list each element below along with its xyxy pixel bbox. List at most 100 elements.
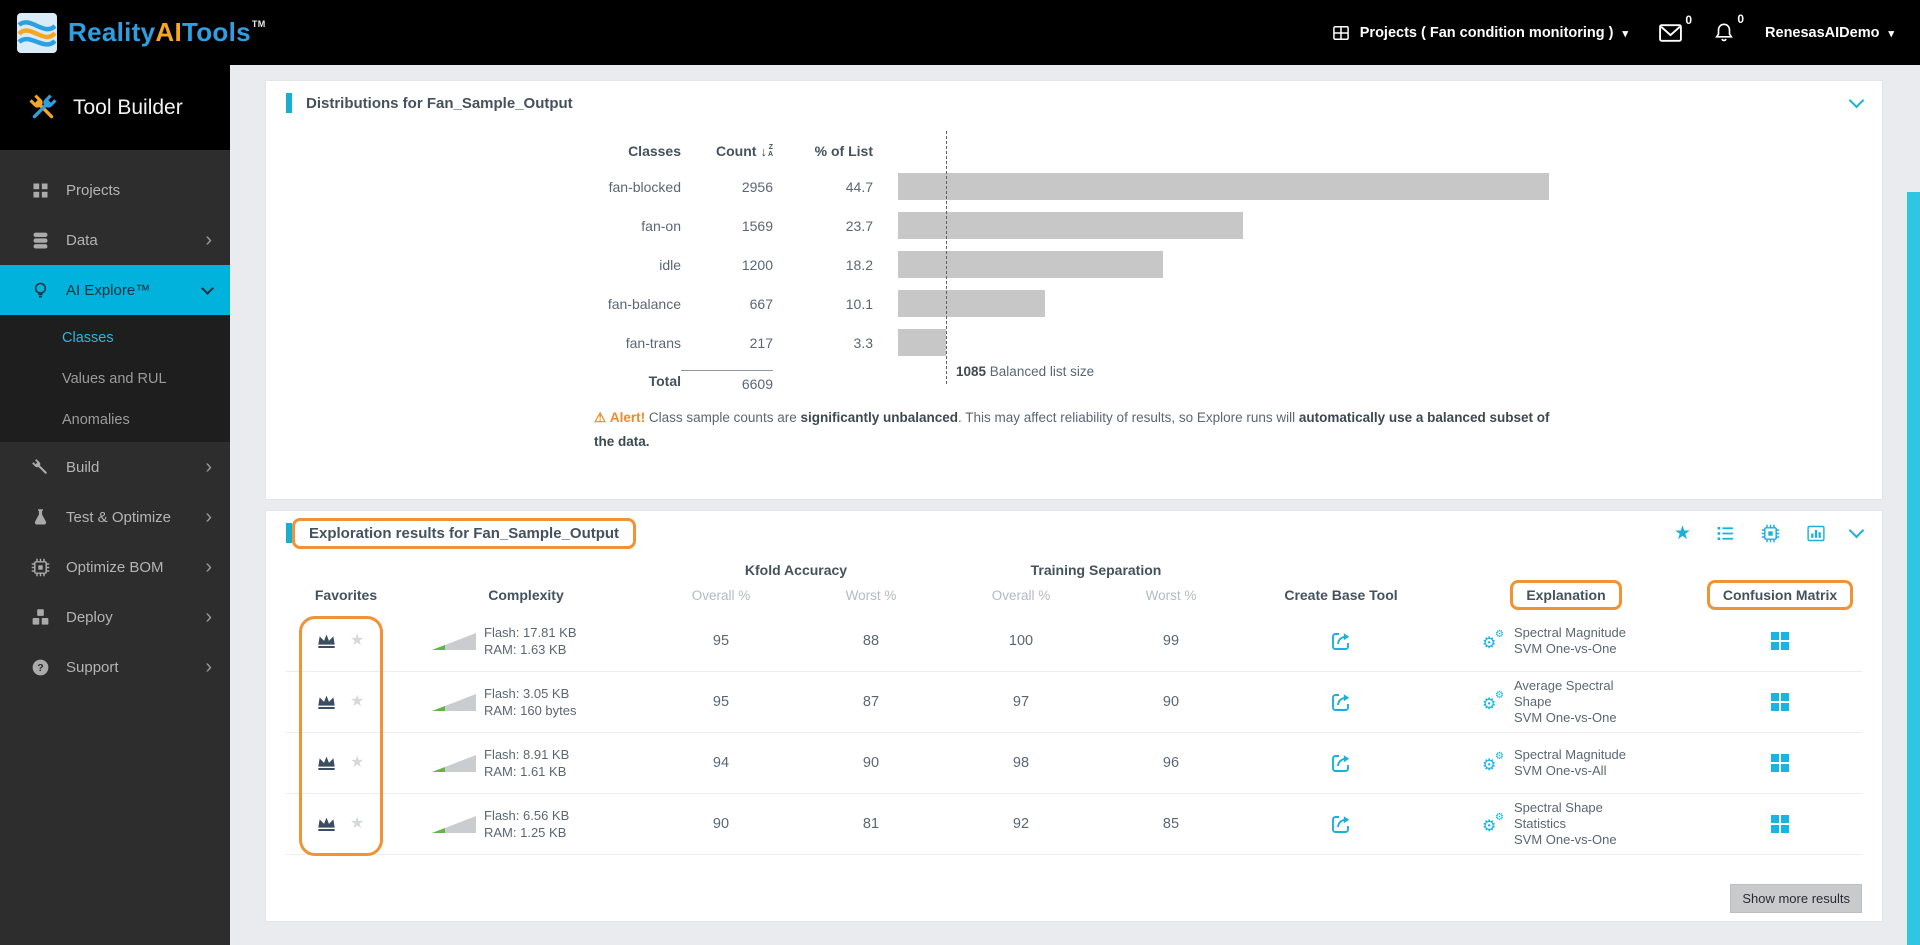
projects-window-icon — [1332, 25, 1349, 40]
crown-favorite-icon[interactable] — [316, 754, 337, 772]
sidebar-item-deploy[interactable]: Deploy › — [0, 592, 230, 642]
favorites-filter-icon[interactable]: ★ — [1674, 524, 1691, 543]
sidebar-item-test-optimize[interactable]: Test & Optimize › — [0, 492, 230, 542]
separation-overall-column-header: Overall % — [991, 587, 1051, 603]
sidebar-subitem-anomalies[interactable]: Anomalies — [0, 399, 230, 440]
question-circle-icon: ? — [32, 659, 49, 675]
notifications-button[interactable]: 0 — [1713, 12, 1744, 45]
crown-favorite-icon[interactable] — [316, 632, 337, 650]
panel-accent-bar — [286, 93, 292, 113]
sidebar-label: Support — [66, 658, 119, 676]
tool-builder-wrenches-icon — [29, 93, 57, 118]
confusion-matrix-icon[interactable] — [1771, 815, 1789, 833]
create-base-tool-icon[interactable] — [1329, 812, 1353, 836]
distribution-bar — [898, 251, 1163, 278]
complexity-gauge-icon — [432, 632, 476, 650]
sidebar-item-build[interactable]: Build › — [0, 442, 230, 492]
ai-explore-submenu: Classes Values and RUL Anomalies — [0, 315, 230, 442]
sidebar-subitem-classes[interactable]: Classes — [0, 317, 230, 358]
explanation-gears-icon[interactable]: ⚙ ⚙ — [1482, 813, 1504, 835]
hardware-settings-icon[interactable] — [1760, 523, 1781, 544]
sidebar-item-data[interactable]: Data › — [0, 215, 230, 265]
chevron-right-icon: › — [205, 456, 212, 478]
exploration-panel-header: Exploration results for Fan_Sample_Outpu… — [266, 511, 1882, 555]
flask-icon — [34, 508, 47, 524]
balanced-list-size-label: 1085 Balanced list size — [956, 364, 1095, 379]
sidebar-label: Projects — [66, 181, 121, 199]
projects-grid-icon — [33, 183, 48, 197]
projects-caret-icon: ▾ — [1622, 28, 1629, 40]
count-column-header[interactable]: Count ↓ Z A — [681, 143, 773, 159]
table-row: fan-blocked 2956 44.7 — [608, 178, 873, 195]
distributions-title: Distributions for Fan_Sample_Output — [306, 94, 573, 112]
kfold-accuracy-group-header: Kfold Accuracy — [744, 562, 848, 578]
explanation-gears-icon[interactable]: ⚙ ⚙ — [1482, 691, 1504, 713]
chevron-right-icon: › — [205, 229, 212, 251]
training-separation-group-header: Training Separation — [1030, 562, 1162, 578]
distributions-panel: Distributions for Fan_Sample_Output Clas… — [265, 80, 1883, 500]
user-menu[interactable]: RenesasAIDemo ▾ — [1765, 25, 1894, 41]
user-caret-icon: ▾ — [1888, 28, 1894, 40]
sidebar-item-support[interactable]: ? Support › — [0, 642, 230, 692]
username-label: RenesasAIDemo — [1765, 24, 1880, 41]
confusion-matrix-icon[interactable] — [1771, 632, 1789, 650]
distribution-bar — [898, 212, 1243, 239]
unbalanced-alert: ⚠ Alert! Class sample counts are signifi… — [594, 410, 1550, 449]
main-content: Distributions for Fan_Sample_Output Clas… — [230, 65, 1920, 945]
confusion-matrix-icon[interactable] — [1771, 754, 1789, 772]
star-favorite-icon[interactable]: ★ — [350, 755, 364, 771]
chevron-right-icon: › — [205, 656, 212, 678]
sidebar-item-ai-explore[interactable]: AI Explore™ — [0, 265, 230, 315]
exploration-title: Exploration results for Fan_Sample_Outpu… — [292, 517, 637, 549]
projects-menu-label: Projects ( Fan condition monitoring ) — [1359, 24, 1614, 41]
collapse-chevron-icon[interactable] — [1848, 522, 1865, 538]
create-base-tool-icon[interactable] — [1329, 629, 1353, 653]
messages-count-badge: 0 — [1685, 12, 1693, 27]
explanation-column-header: Explanation — [1510, 580, 1622, 610]
crown-favorite-icon[interactable] — [316, 815, 337, 833]
explanation-gears-icon[interactable]: ⚙ ⚙ — [1482, 630, 1504, 652]
distribution-bar — [898, 329, 946, 356]
pct-column-header: % of List — [814, 143, 873, 159]
table-row: fan-trans 217 3.3 — [625, 334, 873, 351]
collapse-chevron-icon[interactable] — [1848, 92, 1865, 108]
show-more-results-button[interactable]: Show more results — [1730, 884, 1862, 913]
sidebar-item-projects[interactable]: Projects — [0, 165, 230, 215]
scrollbar-thumb[interactable] — [1907, 192, 1920, 945]
mail-icon — [1659, 23, 1682, 42]
list-view-icon[interactable] — [1715, 523, 1736, 544]
crown-favorite-icon[interactable] — [316, 693, 337, 711]
chevron-right-icon: › — [205, 606, 212, 628]
complexity-gauge-icon — [432, 815, 476, 833]
complexity-gauge-icon — [432, 693, 476, 711]
tool-builder-title: Tool Builder — [73, 95, 183, 119]
table-row: idle 1200 18.2 — [659, 256, 873, 273]
chevron-right-icon: › — [205, 556, 212, 578]
sort-descending-icon: ↓ Z A — [760, 143, 773, 159]
complexity-gauge-icon — [432, 754, 476, 772]
database-icon — [33, 232, 48, 249]
column-header-row: Favorites Complexity Overall % Worst % O… — [286, 579, 1862, 611]
create-base-tool-icon[interactable] — [1329, 690, 1353, 714]
projects-menu[interactable]: Projects ( Fan condition monitoring ) ▾ — [1331, 23, 1628, 43]
notifications-count-badge: 0 — [1737, 11, 1745, 26]
sidebar-label: Optimize BOM — [66, 558, 164, 576]
chart-view-icon[interactable] — [1805, 523, 1827, 544]
sidebar-item-optimize-bom[interactable]: Optimize BOM › — [0, 542, 230, 592]
star-favorite-icon[interactable]: ★ — [350, 694, 364, 710]
confusion-matrix-icon[interactable] — [1771, 693, 1789, 711]
svg-text:?: ? — [37, 662, 43, 674]
create-base-tool-column-header: Create Base Tool — [1284, 587, 1398, 603]
create-base-tool-icon[interactable] — [1329, 751, 1353, 775]
kfold-worst-column-header: Worst % — [845, 587, 897, 603]
star-favorite-icon[interactable]: ★ — [350, 633, 364, 649]
sidebar-subitem-values-and-rul[interactable]: Values and RUL — [0, 358, 230, 399]
distributions-panel-header: Distributions for Fan_Sample_Output — [266, 81, 1882, 125]
lightbulb-icon — [34, 282, 47, 297]
bell-icon — [1715, 22, 1733, 41]
distribution-bar — [898, 290, 1045, 317]
explanation-gears-icon[interactable]: ⚙ ⚙ — [1482, 752, 1504, 774]
messages-button[interactable]: 0 — [1658, 13, 1692, 44]
sidebar: Tool Builder Projects Data › AI Explore™ — [0, 65, 230, 945]
star-favorite-icon[interactable]: ★ — [350, 816, 364, 832]
